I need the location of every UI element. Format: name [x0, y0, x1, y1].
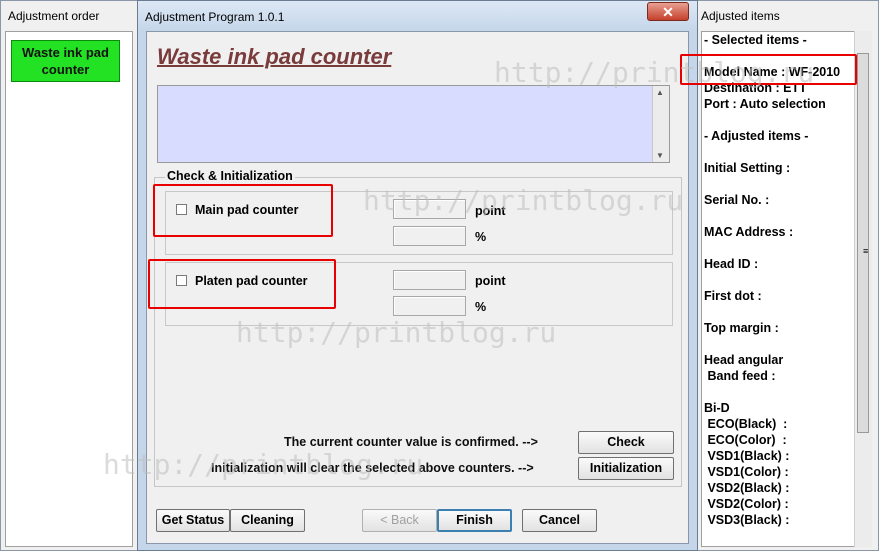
scroll-down-icon[interactable]: ▼: [656, 151, 664, 160]
main-pad-percent-field: [393, 226, 466, 246]
back-button[interactable]: < Back: [362, 509, 437, 532]
adjustment-program-dialog: Adjustment Program 1.0.1 ✕ Waste ink pad…: [137, 0, 698, 551]
adjusted-items-window: Adjusted items - Selected items - Model …: [696, 0, 879, 551]
dialog-title: Adjustment Program 1.0.1: [145, 10, 285, 24]
list-item: VSD2(Black) :: [704, 481, 790, 495]
list-item: Serial No. :: [704, 193, 770, 207]
waste-button-line2: counter: [41, 62, 90, 77]
platen-pad-percent-unit: %: [475, 300, 487, 314]
platen-pad-percent-field: [393, 296, 466, 316]
list-item: VSD3(Black) :: [704, 513, 790, 527]
list-item: Model Name : WF-2010: [704, 65, 841, 79]
platen-pad-point-unit: point: [475, 274, 506, 288]
adjustment-order-window: Adjustment order Waste ink pad counter: [0, 0, 138, 551]
list-item: Band feed :: [704, 369, 776, 383]
cancel-button[interactable]: Cancel: [522, 509, 597, 532]
main-pad-point-field: [393, 199, 466, 219]
list-item: VSD1(Color) :: [704, 465, 789, 479]
adjustment-order-title: Adjustment order: [1, 1, 137, 31]
list-item: Bi-D: [704, 401, 730, 415]
list-item: Head ID :: [704, 257, 759, 271]
list-item: ECO(Black) :: [704, 417, 788, 431]
main-pad-percent-unit: %: [475, 230, 487, 244]
check-button[interactable]: Check: [578, 431, 674, 454]
list-item: Destination : ETT: [704, 81, 807, 95]
list-item: Initial Setting :: [704, 161, 791, 175]
list-item: ECO(Color) :: [704, 433, 787, 447]
close-icon: ✕: [662, 4, 674, 20]
list-item: - Adjusted items -: [704, 129, 809, 143]
main-pad-point-unit: point: [475, 204, 506, 218]
platen-pad-label: Platen pad counter: [195, 274, 308, 288]
main-pad-checkbox[interactable]: [176, 204, 187, 215]
grip-icon: ≡: [863, 246, 869, 256]
waste-button-line1: Waste ink pad: [22, 45, 109, 60]
adjusted-items-list: - Selected items - Model Name : WF-2010 …: [701, 31, 856, 547]
cleaning-button[interactable]: Cleaning: [230, 509, 305, 532]
platen-pad-checkbox[interactable]: [176, 275, 187, 286]
initialization-button[interactable]: Initialization: [578, 457, 674, 480]
status-memo[interactable]: ▲ ▼: [157, 85, 670, 163]
dialog-titlebar: Adjustment Program 1.0.1 ✕: [138, 1, 697, 31]
get-status-button[interactable]: Get Status: [156, 509, 230, 532]
group-label: Check & Initialization: [165, 169, 295, 183]
scroll-up-icon[interactable]: ▲: [656, 88, 664, 97]
list-item: Top margin :: [704, 321, 779, 335]
close-button[interactable]: ✕: [647, 2, 689, 21]
memo-scrollbar[interactable]: ▲ ▼: [652, 86, 669, 162]
check-message: The current counter value is confirmed. …: [284, 435, 538, 449]
waste-ink-pad-counter-button[interactable]: Waste ink pad counter: [11, 40, 120, 82]
list-item: MAC Address :: [704, 225, 794, 239]
finish-button[interactable]: Finish: [437, 509, 512, 532]
list-item: First dot :: [704, 289, 762, 303]
main-pad-label: Main pad counter: [195, 203, 299, 217]
adjusted-items-title: Adjusted items: [701, 9, 780, 23]
list-item: Head angular: [704, 353, 784, 367]
adjustment-order-list: [5, 31, 133, 547]
list-item: VSD1(Black) :: [704, 449, 790, 463]
initialization-message: Initialization will clear the selected a…: [211, 461, 534, 475]
platen-pad-point-field: [393, 270, 466, 290]
adjusted-items-scrollbar[interactable]: ≡: [854, 31, 872, 547]
list-item: - Selected items -: [704, 33, 807, 47]
page-title: Waste ink pad counter: [157, 44, 392, 69]
scrollbar-thumb[interactable]: ≡: [857, 53, 869, 433]
list-item: VSD2(Color) :: [704, 497, 789, 511]
list-item: Port : Auto selection: [704, 97, 826, 111]
dialog-client-area: Waste ink pad counter ▲ ▼ Check & Initia…: [146, 31, 689, 544]
